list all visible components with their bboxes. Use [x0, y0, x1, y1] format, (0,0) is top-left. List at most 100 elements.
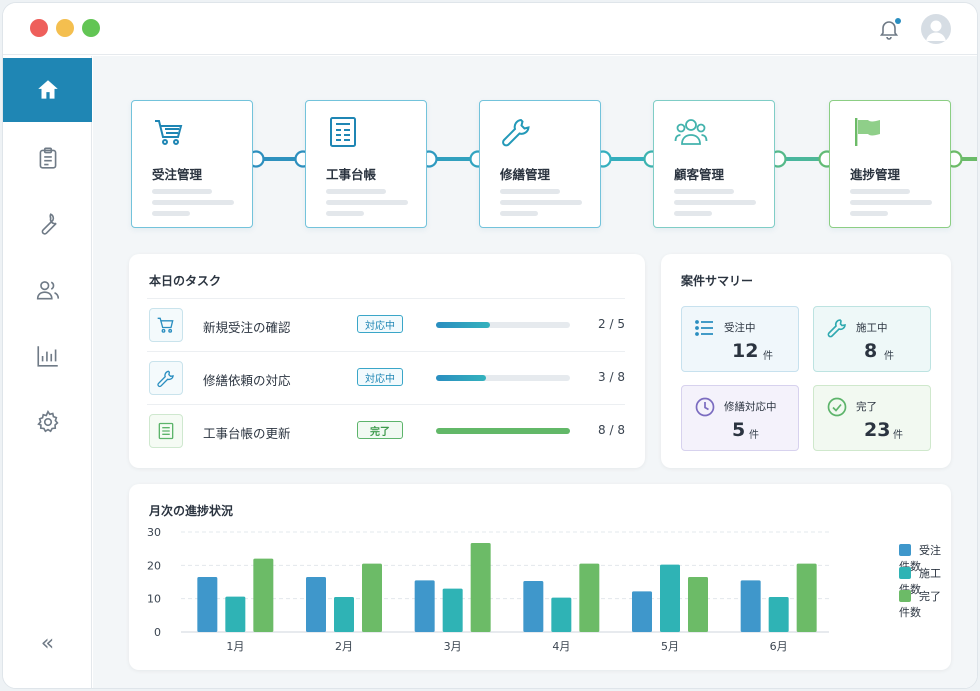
placeholder-line — [674, 211, 712, 216]
bar-orders — [632, 591, 652, 632]
bar-completed — [470, 543, 491, 632]
status-badge: 対応中 — [357, 368, 403, 386]
bar-completed — [579, 563, 600, 632]
task-row[interactable]: 新規受注の確認 対応中 2 / 5 — [147, 299, 625, 351]
placeholder-line — [152, 211, 190, 216]
ledger-icon — [149, 414, 183, 448]
sidebar-item-repairs[interactable] — [3, 192, 92, 256]
wrench-icon — [149, 361, 183, 395]
y-tick-label: 10 — [147, 593, 161, 606]
summary-label: 修繕対応中 — [724, 401, 777, 413]
y-tick-label: 0 — [154, 626, 161, 639]
bar-completed — [362, 563, 382, 632]
bar-orders — [306, 577, 326, 632]
placeholder-line — [850, 211, 888, 216]
list-icon — [695, 320, 713, 336]
x-tick-label: 4月 — [552, 640, 570, 653]
app-window: « 受注管理 工事台帳 修繕管理 顧客管理 進捗管理 本日のタスク 新規受注の確… — [2, 2, 978, 689]
ledger-icon — [330, 117, 356, 147]
bar-construction — [660, 564, 680, 632]
summary-card-construction[interactable]: 施工中 8 件 — [813, 306, 931, 372]
summary-label: 施工中 — [856, 322, 888, 334]
y-tick-label: 20 — [147, 559, 161, 572]
flow-step-label: 工事台帳 — [326, 167, 377, 182]
sidebar-item-customers[interactable] — [3, 258, 92, 322]
legend-swatch — [899, 590, 911, 602]
bar-chart-icon — [36, 346, 58, 367]
placeholder-line — [152, 189, 212, 194]
summary-card-repairs[interactable]: 修繕対応中 5 件 — [681, 385, 799, 451]
flow-step-repairs[interactable]: 修繕管理 — [479, 100, 601, 228]
check-circle-icon — [827, 397, 847, 417]
sidebar-item-home[interactable] — [3, 58, 92, 122]
task-count: 2 / 5 — [598, 317, 625, 331]
placeholder-line — [152, 200, 234, 205]
notification-bell-icon[interactable] — [877, 17, 901, 41]
flow-step-label: 進捗管理 — [850, 167, 901, 182]
sidebar-item-orders[interactable] — [3, 126, 92, 190]
x-tick-label: 3月 — [444, 640, 462, 653]
sidebar-item-analytics[interactable] — [3, 324, 92, 388]
task-name: 工事台帳の更新 — [203, 426, 291, 441]
close-window-button[interactable] — [30, 19, 48, 37]
flow-step-orders[interactable]: 受注管理 — [131, 100, 253, 228]
status-badge: 対応中 — [357, 315, 403, 333]
placeholder-line — [674, 189, 734, 194]
progress-bar — [436, 322, 570, 328]
placeholder-line — [500, 211, 538, 216]
maximize-window-button[interactable] — [82, 19, 100, 37]
title-bar — [3, 3, 977, 55]
bar-orders — [414, 580, 435, 632]
cart-icon — [149, 308, 183, 342]
bar-orders — [740, 580, 761, 632]
progress-fill — [436, 428, 570, 434]
home-icon — [37, 80, 58, 99]
summary-card-orders[interactable]: 受注中 12 件 — [681, 306, 799, 372]
placeholder-line — [674, 200, 756, 205]
flow-step-customers[interactable]: 顧客管理 — [653, 100, 775, 228]
bar-construction — [225, 596, 246, 632]
users-icon — [36, 281, 59, 300]
task-count: 8 / 8 — [598, 423, 625, 437]
task-row[interactable]: 修繕依頼の対応 対応中 3 / 8 — [147, 352, 625, 404]
summary-panel: 案件サマリー 受注中 12 件 施工中 8 件 修繕対応中 5 件 完了 23 … — [661, 254, 951, 468]
minimize-window-button[interactable] — [56, 19, 74, 37]
bar-construction — [551, 597, 572, 632]
wrench-icon — [827, 319, 846, 338]
task-name: 修繕依頼の対応 — [203, 373, 291, 388]
x-tick-label: 5月 — [661, 640, 679, 653]
x-tick-label: 6月 — [770, 640, 788, 653]
placeholder-line — [500, 189, 560, 194]
summary-card-completed[interactable]: 完了 23 件 — [813, 385, 931, 451]
clipboard-icon — [39, 147, 56, 169]
bar-completed — [253, 558, 274, 632]
summary-value: 8 — [864, 340, 878, 362]
collapse-icon: « — [40, 630, 55, 656]
bar-completed — [796, 563, 817, 632]
task-row[interactable]: 工事台帳の更新 完了 8 / 8 — [147, 405, 625, 457]
flow-step-progress[interactable]: 進捗管理 — [829, 100, 951, 228]
user-avatar[interactable] — [921, 14, 951, 44]
notification-badge — [895, 18, 901, 24]
bar-construction — [442, 588, 463, 632]
bar-construction — [334, 597, 354, 632]
customers-icon — [674, 119, 708, 145]
flag-icon — [855, 118, 880, 146]
placeholder-line — [850, 200, 932, 205]
summary-value: 12 — [732, 340, 759, 362]
placeholder-line — [326, 189, 386, 194]
sidebar-collapse-button[interactable]: « — [3, 611, 92, 675]
bar-construction — [768, 597, 789, 632]
sidebar-item-settings[interactable] — [3, 390, 92, 454]
progress-bar — [436, 428, 570, 434]
bar-orders — [197, 577, 218, 632]
clock-icon — [695, 397, 715, 417]
placeholder-line — [500, 200, 582, 205]
summary-unit: 件 — [884, 351, 894, 362]
x-tick-label: 2月 — [335, 640, 353, 653]
chart-panel: 月次の進捗状況 01020301月2月3月4月5月6月 受注件数 施工件数 完了… — [129, 484, 951, 670]
flow-step-ledger[interactable]: 工事台帳 — [305, 100, 427, 228]
progress-bar — [436, 375, 570, 381]
progress-fill — [436, 375, 487, 381]
placeholder-line — [326, 200, 408, 205]
